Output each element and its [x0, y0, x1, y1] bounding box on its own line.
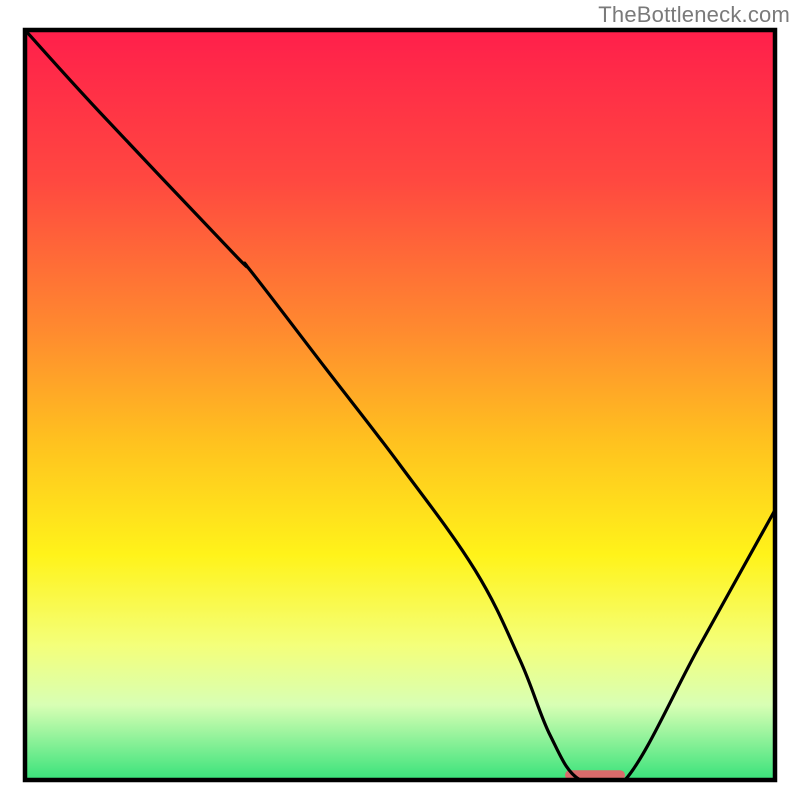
bottleneck-chart [0, 0, 800, 800]
chart-stage: TheBottleneck.com [0, 0, 800, 800]
plot-background [25, 30, 775, 780]
